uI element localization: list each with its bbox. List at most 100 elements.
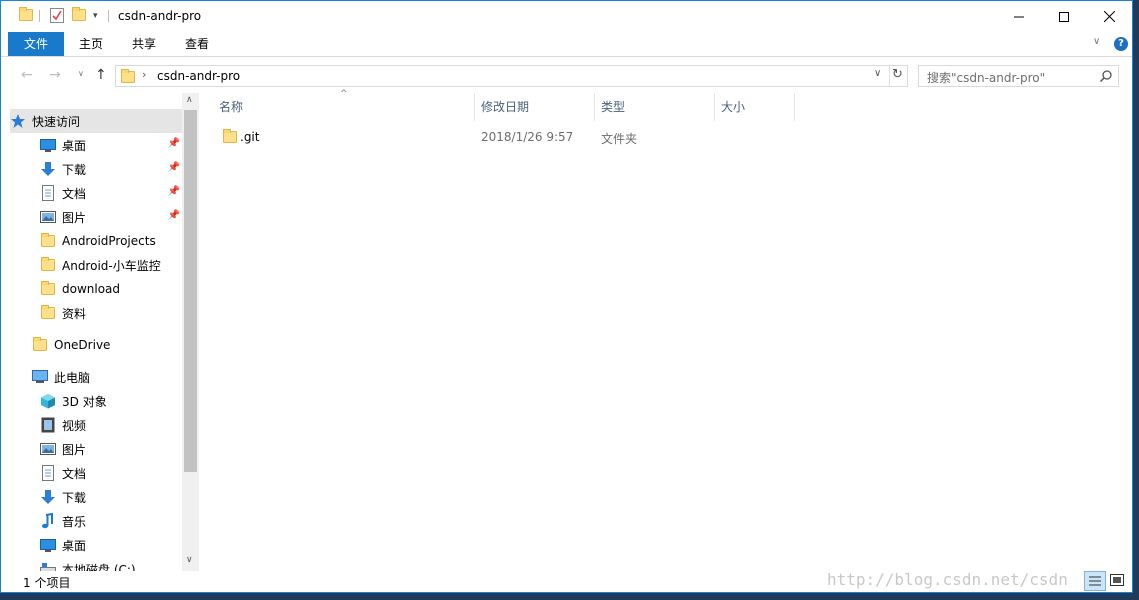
column-header-modified[interactable]: 修改日期 <box>475 93 595 121</box>
search-placeholder[interactable]: 搜索"csdn-andr-pro" <box>927 69 1045 86</box>
sidebar-item-pc-downloads[interactable]: 下载 <box>40 485 182 509</box>
tab-file[interactable]: 文件 <box>8 32 64 56</box>
videos-icon <box>40 417 56 433</box>
new-folder-icon[interactable] <box>72 7 86 21</box>
breadcrumb-chevron-icon[interactable]: › <box>142 68 146 81</box>
sidebar-item-label: AndroidProjects <box>62 234 156 248</box>
ribbon-tabs: 文件 主页 共享 查看 ∨ ? <box>1 32 1132 57</box>
sidebar-item-label: 视频 <box>62 418 87 433</box>
sidebar-item-label: Android-小车监控 <box>62 258 161 273</box>
pin-icon[interactable]: 📌 <box>168 162 180 173</box>
sidebar-item-label: 桌面 <box>62 138 87 153</box>
tab-view[interactable]: 查看 <box>172 32 222 56</box>
pin-icon[interactable]: 📌 <box>168 210 180 221</box>
file-type: 文件夹 <box>601 132 638 146</box>
title-divider <box>108 10 109 22</box>
sidebar-item-onedrive[interactable]: OneDrive <box>32 333 182 357</box>
recent-locations-icon[interactable]: ∨ <box>78 69 84 78</box>
pin-icon[interactable]: 📌 <box>168 186 180 197</box>
tab-home[interactable]: 主页 <box>66 32 116 56</box>
download-icon <box>40 489 56 505</box>
maximize-button[interactable] <box>1041 1 1087 32</box>
scroll-up-icon[interactable]: ∧ <box>186 95 193 105</box>
scroll-down-icon[interactable]: ∨ <box>186 555 193 565</box>
help-icon[interactable]: ? <box>1114 37 1128 51</box>
address-dropdown-icon[interactable]: ∨ <box>874 68 881 79</box>
expand-ribbon-icon[interactable]: ∨ <box>1093 36 1100 47</box>
column-header-size[interactable]: 大小 <box>715 93 795 121</box>
item-count: 1 个项目 <box>23 576 71 590</box>
sidebar-item-quick-access[interactable]: 快速访问 <box>10 109 182 133</box>
scrollbar-thumb[interactable] <box>184 110 197 472</box>
sidebar-item-android-car-monitor[interactable]: Android-小车监控 <box>40 253 182 277</box>
sidebar-item-download-folder[interactable]: download <box>40 277 182 301</box>
sidebar-item-downloads[interactable]: 下载 📌 <box>40 157 182 181</box>
sidebar-item-label: 桌面 <box>62 538 87 553</box>
file-list: ^ 名称 修改日期 类型 大小 .git 2018/1/26 9:57 文件夹 <box>201 89 1132 571</box>
sidebar-item-materials[interactable]: 资料 <box>40 301 182 325</box>
sidebar-item-label: 资料 <box>62 306 87 321</box>
sidebar-item-label: 本地磁盘 (C:) <box>62 562 136 572</box>
sidebar-item-label: 文档 <box>62 186 87 201</box>
drive-icon <box>40 561 56 571</box>
back-arrow-icon[interactable]: ← <box>21 67 33 83</box>
desktop-icon <box>40 137 56 153</box>
up-arrow-icon[interactable]: ↑ <box>95 67 107 83</box>
sidebar-item-desktop[interactable]: 桌面 📌 <box>40 133 182 157</box>
sidebar-item-this-pc[interactable]: 此电脑 <box>32 365 182 389</box>
sidebar-item-3d-objects[interactable]: 3D 对象 <box>40 389 182 413</box>
computer-icon <box>32 369 48 385</box>
sidebar-item-label: 文档 <box>62 466 87 481</box>
large-icons-view-icon[interactable] <box>1109 572 1127 590</box>
breadcrumb-current[interactable]: csdn-andr-pro <box>157 69 240 83</box>
folder-icon <box>19 7 33 21</box>
window-title: csdn-andr-pro <box>118 9 202 23</box>
refresh-icon[interactable]: ↻ <box>892 67 903 82</box>
toolbar-divider <box>39 10 40 22</box>
sidebar-item-documents[interactable]: 文档 📌 <box>40 181 182 205</box>
search-icon[interactable] <box>1100 70 1112 82</box>
minimize-button[interactable] <box>996 1 1042 32</box>
folder-icon <box>222 129 238 145</box>
star-icon <box>10 113 26 129</box>
navigation-pane: 快速访问 桌面 📌 下载 📌 文档 📌 图片 📌 AndroidProjects <box>1 93 201 571</box>
folder-icon <box>32 337 48 353</box>
folder-icon <box>120 69 136 83</box>
tab-share[interactable]: 共享 <box>119 32 169 56</box>
sidebar-item-label: 图片 <box>62 210 87 225</box>
customize-toolbar-icon[interactable]: ▾ <box>93 11 98 21</box>
sidebar-item-label: 3D 对象 <box>62 394 107 409</box>
sidebar-item-label: 此电脑 <box>54 370 91 385</box>
column-header-type[interactable]: 类型 <box>595 93 715 121</box>
address-bar[interactable]: › csdn-andr-pro ∨ ↻ <box>115 65 908 87</box>
pin-icon[interactable]: 📌 <box>168 138 180 149</box>
sidebar-item-pc-pictures[interactable]: 图片 <box>40 437 182 461</box>
pictures-icon <box>40 441 56 457</box>
sidebar-item-local-disk[interactable]: 本地磁盘 (C:) <box>40 557 182 571</box>
column-header-name[interactable]: 名称 <box>213 93 475 121</box>
address-divider <box>889 66 890 86</box>
sidebar-item-pictures[interactable]: 图片 📌 <box>40 205 182 229</box>
explorer-window: ▾ csdn-andr-pro 文件 主页 共享 查看 ∨ ? ← → ∨ ↑ … <box>0 0 1133 593</box>
search-box[interactable]: 搜索"csdn-andr-pro" <box>918 65 1119 87</box>
sidebar-item-videos[interactable]: 视频 <box>40 413 182 437</box>
sidebar-item-music[interactable]: 音乐 <box>40 509 182 533</box>
sidebar-item-pc-documents[interactable]: 文档 <box>40 461 182 485</box>
forward-arrow-icon[interactable]: → <box>49 67 61 83</box>
watermark-text: http://blog.csdn.net/csdn <box>827 570 1068 589</box>
sidebar-item-label: 下载 <box>62 162 87 177</box>
folder-icon <box>40 257 56 273</box>
details-view-icon[interactable] <box>1084 571 1106 591</box>
title-bar: ▾ csdn-andr-pro <box>1 1 1132 32</box>
folder-icon <box>40 281 56 297</box>
navigation-scrollbar[interactable]: ∧ ∨ <box>182 93 199 571</box>
sidebar-item-pc-desktop[interactable]: 桌面 <box>40 533 182 557</box>
properties-icon[interactable] <box>50 8 64 23</box>
sidebar-item-label: 下载 <box>62 490 87 505</box>
music-icon <box>40 512 56 529</box>
table-row[interactable]: .git 2018/1/26 9:57 文件夹 <box>213 125 793 149</box>
close-button[interactable] <box>1086 1 1132 32</box>
pictures-icon <box>40 209 56 225</box>
sidebar-item-androidprojects[interactable]: AndroidProjects <box>40 229 182 253</box>
download-icon <box>40 161 56 177</box>
